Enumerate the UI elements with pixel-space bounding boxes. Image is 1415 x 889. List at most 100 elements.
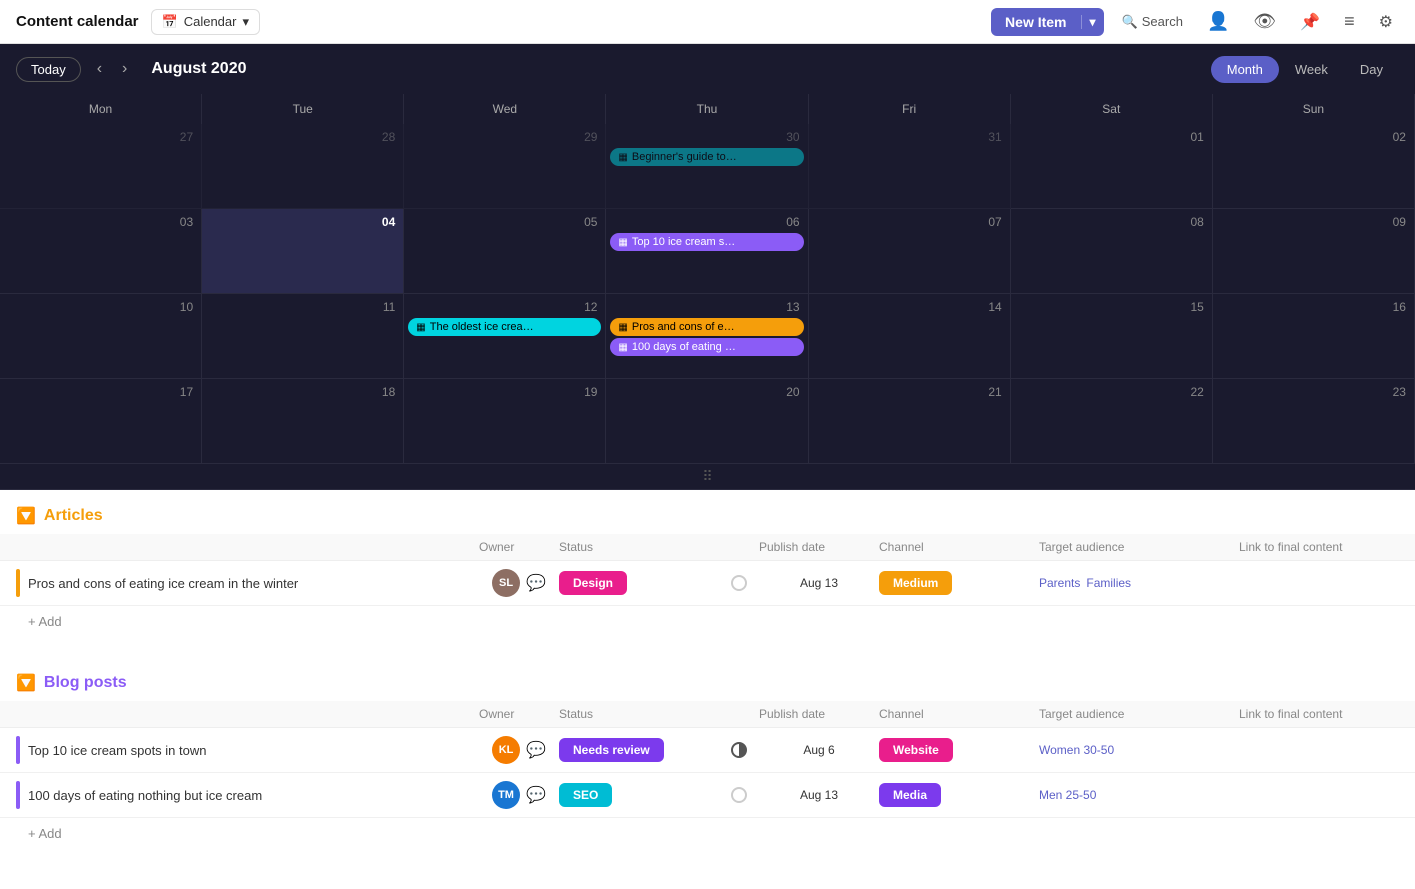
month-title: August 2020: [151, 60, 246, 78]
cal-cell-10[interactable]: 10: [0, 294, 202, 379]
add-article-label: + Add: [28, 614, 62, 629]
radio-circle-2[interactable]: [731, 787, 747, 803]
eye-button[interactable]: 👁: [1247, 7, 1282, 36]
blog-posts-section: 🔽 Blog posts Owner Status Publish date C…: [0, 657, 1415, 849]
cal-cell-05[interactable]: 05: [404, 209, 606, 294]
app-title: Content calendar: [16, 13, 139, 30]
calendar-view-button[interactable]: 📅 Calendar ▾: [151, 9, 260, 35]
blog-posts-toggle[interactable]: 🔽: [16, 673, 36, 693]
cal-event-top10-icecream[interactable]: ▦ Top 10 ice cream s…: [610, 233, 803, 251]
channel-badge-media[interactable]: Media: [879, 783, 941, 807]
audience-tags: Parents Families: [1039, 576, 1131, 590]
cal-cell-16[interactable]: 16: [1213, 294, 1415, 379]
month-view-button[interactable]: Month: [1211, 56, 1279, 83]
new-item-button[interactable]: New Item ▾: [991, 8, 1104, 36]
cal-event-oldest-icecream[interactable]: ▦ The oldest ice crea…: [408, 318, 601, 336]
audience-tag-parents[interactable]: Parents: [1039, 576, 1080, 590]
status-badge-design[interactable]: Design: [559, 571, 627, 595]
cal-cell-04-today[interactable]: 04: [202, 209, 404, 294]
calendar-icon: 📅: [162, 14, 178, 30]
articles-table-header: Owner Status Publish date Channel Target…: [0, 534, 1415, 561]
cal-event-100days[interactable]: ▦ 100 days of eating …: [610, 338, 803, 356]
cal-cell-14[interactable]: 14: [809, 294, 1011, 379]
user-icon: 👤: [1207, 11, 1229, 32]
week-view-button[interactable]: Week: [1279, 56, 1344, 83]
blog-col-channel-header: Channel: [879, 707, 1039, 721]
cal-cell-09[interactable]: 09: [1213, 209, 1415, 294]
status-badge-seo[interactable]: SEO: [559, 783, 612, 807]
next-month-button[interactable]: ›: [118, 56, 131, 82]
cal-cell-03[interactable]: 03: [0, 209, 202, 294]
cal-cell-20[interactable]: 20: [606, 379, 808, 464]
articles-add-row[interactable]: + Add: [0, 606, 1415, 637]
cal-cell-21[interactable]: 21: [809, 379, 1011, 464]
radio-circle[interactable]: [731, 575, 747, 591]
today-button[interactable]: Today: [16, 57, 81, 82]
cal-cell-01[interactable]: 01: [1011, 124, 1213, 209]
event-icon: ▦: [618, 342, 627, 353]
cal-cell-17[interactable]: 17: [0, 379, 202, 464]
blog-col-audience-header: Target audience: [1039, 707, 1239, 721]
chat-icon-1[interactable]: 💬: [526, 740, 546, 760]
blog-channel-1: Website: [879, 738, 1039, 762]
blog-row-1: Top 10 ice cream spots in town KL 💬 Need…: [0, 728, 1415, 773]
blog-channel-2: Media: [879, 783, 1039, 807]
calendar-grid: 27 28 29 30 ▦ Beginner's guide to… 31 01…: [0, 124, 1415, 464]
cal-cell-29[interactable]: 29: [404, 124, 606, 209]
cal-cell-27[interactable]: 27: [0, 124, 202, 209]
cal-cell-12[interactable]: 12 ▦ The oldest ice crea…: [404, 294, 606, 379]
chat-icon[interactable]: 💬: [526, 573, 546, 593]
cal-cell-13[interactable]: 13 ▦ Pros and cons of e… ▦ 100 days of e…: [606, 294, 808, 379]
channel-badge-website[interactable]: Website: [879, 738, 953, 762]
day-view-button[interactable]: Day: [1344, 56, 1399, 83]
publish-date-text-2: Aug 13: [800, 788, 838, 802]
cal-cell-23[interactable]: 23: [1213, 379, 1415, 464]
resize-handle[interactable]: ⠿: [0, 464, 1415, 490]
radio-circle-half[interactable]: [731, 742, 747, 758]
filter-button[interactable]: ≡: [1338, 7, 1361, 36]
articles-toggle[interactable]: 🔽: [16, 506, 36, 526]
cal-cell-22[interactable]: 22: [1011, 379, 1213, 464]
cal-event-beginners-guide[interactable]: ▦ Beginner's guide to…: [610, 148, 803, 166]
article-channel: Medium: [879, 571, 1039, 595]
audience-tag-women[interactable]: Women 30-50: [1039, 743, 1114, 757]
blog-owner-2: TM 💬: [479, 781, 559, 809]
pin-icon: 📌: [1300, 12, 1320, 32]
col-owner-header: Owner: [479, 540, 559, 554]
pin-button[interactable]: 📌: [1294, 8, 1326, 36]
blog-status-2: SEO: [559, 783, 719, 807]
cal-cell-18[interactable]: 18: [202, 379, 404, 464]
cal-cell-31[interactable]: 31: [809, 124, 1011, 209]
status-badge-needs-review[interactable]: Needs review: [559, 738, 664, 762]
col-pubdate-header: Publish date: [759, 540, 879, 554]
cal-cell-06[interactable]: 06 ▦ Top 10 ice cream s…: [606, 209, 808, 294]
audience-tag-families[interactable]: Families: [1086, 576, 1131, 590]
blog-row-2: 100 days of eating nothing but ice cream…: [0, 773, 1415, 818]
blog-add-row[interactable]: + Add: [0, 818, 1415, 849]
cal-cell-30[interactable]: 30 ▦ Beginner's guide to…: [606, 124, 808, 209]
cal-cell-19[interactable]: 19: [404, 379, 606, 464]
owner-avatar-1: KL: [492, 736, 520, 764]
settings-button[interactable]: ⚙: [1373, 8, 1399, 36]
articles-title: Articles: [44, 507, 103, 525]
channel-badge-medium[interactable]: Medium: [879, 571, 952, 595]
user-profile-button[interactable]: 👤: [1201, 7, 1235, 36]
cal-cell-02[interactable]: 02: [1213, 124, 1415, 209]
cal-cell-07[interactable]: 07: [809, 209, 1011, 294]
calendar-label: Calendar: [184, 14, 237, 29]
cal-cell-11[interactable]: 11: [202, 294, 404, 379]
blog-col-pubdate-header: Publish date: [759, 707, 879, 721]
cal-event-pros-cons[interactable]: ▦ Pros and cons of e…: [610, 318, 803, 336]
prev-month-button[interactable]: ‹: [93, 56, 106, 82]
cal-cell-08[interactable]: 08: [1011, 209, 1213, 294]
audience-tag-men[interactable]: Men 25-50: [1039, 788, 1096, 802]
chat-icon-2[interactable]: 💬: [526, 785, 546, 805]
search-button[interactable]: 🔍 Search: [1116, 10, 1189, 34]
cal-cell-15[interactable]: 15: [1011, 294, 1213, 379]
blog-col-bell-header: [719, 707, 759, 721]
cal-cell-28[interactable]: 28: [202, 124, 404, 209]
chevron-down-icon: ▾: [242, 14, 249, 30]
day-header-sun: Sun: [1213, 94, 1415, 124]
event-icon: ▦: [416, 322, 425, 333]
new-item-dropdown-arrow[interactable]: ▾: [1081, 15, 1104, 29]
